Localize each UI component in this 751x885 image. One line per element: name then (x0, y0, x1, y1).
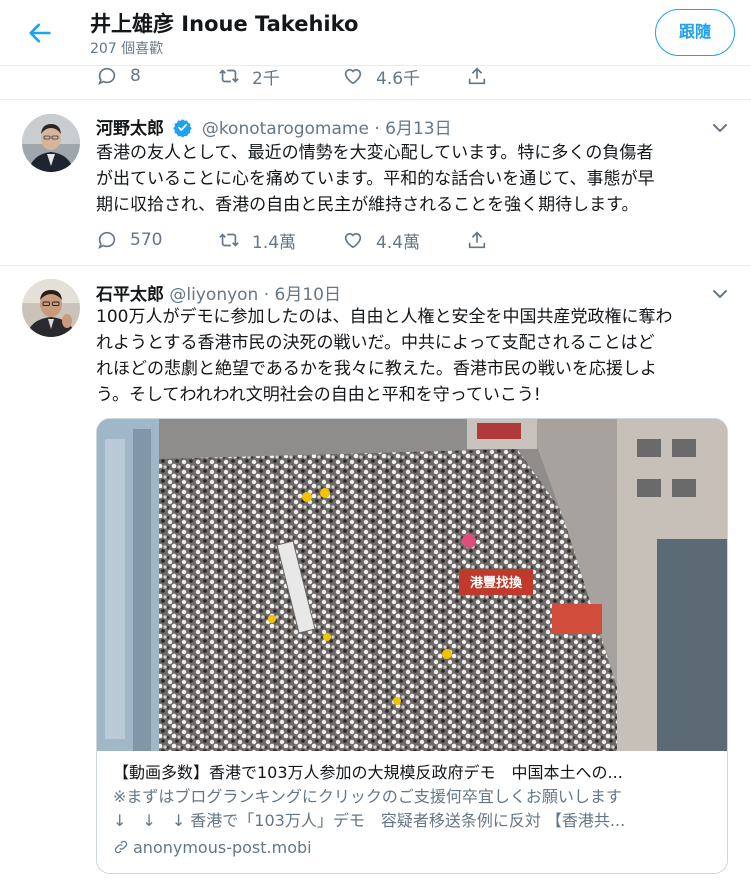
card-description: ※まずはブログランキングにクリックのご支援何卒宜しくお願いします (113, 787, 622, 806)
tweet-text-line: れほどの悲劇と絶望であるかを我々に教えた。香港市民の戦いを応援しよ (96, 359, 657, 379)
share-button[interactable] (466, 64, 488, 88)
retweet-button[interactable]: 1.4萬 (218, 228, 297, 253)
display-name[interactable]: 石平太郎 (96, 285, 164, 305)
share-icon (468, 67, 486, 85)
card-description: ↓ ↓ ↓ 香港で「103万人」デモ 容疑者移送条例に反対 【香港共... (113, 811, 626, 830)
display-name[interactable]: 河野太郎 (96, 119, 164, 139)
tweet-text: 100万人がデモに参加したのは、自由と人権と安全を中国共産党政権に奪わ れようと… (96, 304, 736, 408)
like-count: 4.6千 (376, 68, 421, 89)
retweet-count: 2千 (252, 68, 280, 89)
reply-count: 8 (130, 66, 141, 86)
tweet-header: 石平太郎 @liyonyon · 6月10日 (96, 280, 341, 305)
card-domain-text: anonymous-post.mobi (133, 838, 312, 857)
tweet-text-line: れようとする香港市民の決死の戦いだ。中共によって支配されることはど (96, 333, 655, 353)
tweet-text-line: 期に収拾され、香港の自由と民主が維持されることを強く期待します。 (96, 195, 639, 215)
tweet-text-line: う。そしてわれわれ文明社会の自由と平和を守っていこう! (96, 385, 541, 405)
reply-icon (98, 67, 116, 85)
profile-header: 井上雄彦 Inoue Takehiko 207 個喜歡 跟隨 (0, 0, 751, 66)
chevron-down-icon[interactable] (711, 286, 729, 300)
tweet-text-line: が出ていることに心を痛めています。平和的な話合いを通じて、事態が早 (96, 169, 655, 189)
reply-count: 570 (130, 230, 163, 250)
tweet-text-line: 香港の友人として、最近の情勢を大変心配しています。特に多くの負傷者 (96, 143, 654, 163)
link-preview-card[interactable]: 港豐找換 【動画多数】香港で103万人参加の大規模反政府デモ 中国本土への...… (96, 418, 728, 874)
shop-sign-text: 港豐找換 (470, 575, 523, 591)
heart-icon (344, 69, 362, 85)
reply-icon (98, 231, 116, 249)
share-button[interactable] (466, 228, 488, 252)
avatar[interactable] (22, 279, 80, 337)
retweet-button[interactable]: 2千 (218, 64, 280, 89)
tweet-header: 河野太郎 @konotarogomame · 6月13日 (96, 114, 452, 139)
likes-count: 207 個喜歡 (90, 41, 164, 57)
heart-icon (344, 233, 362, 249)
previous-tweet-actions: 8 2千 4.6千 (96, 64, 516, 89)
retweet-icon (219, 69, 239, 83)
follow-button[interactable]: 跟隨 (655, 9, 735, 56)
like-button[interactable]: 4.6千 (342, 64, 421, 89)
retweet-count: 1.4萬 (252, 232, 297, 253)
like-button[interactable]: 4.4萬 (342, 228, 421, 253)
share-icon (468, 231, 486, 249)
back-arrow-icon[interactable] (22, 16, 58, 50)
avatar[interactable] (22, 114, 80, 172)
like-count: 4.4萬 (376, 232, 421, 253)
tweet-text-line: 100万人がデモに参加したのは、自由と人権と安全を中国共産党政権に奪わ (96, 307, 673, 327)
retweet-icon (219, 233, 239, 247)
tweet-date[interactable]: · 6月13日 (374, 119, 451, 139)
handle[interactable]: @konotarogomame (202, 119, 369, 139)
card-domain[interactable]: anonymous-post.mobi (113, 835, 717, 861)
tweet-text: 香港の友人として、最近の情勢を大変心配しています。特に多くの負傷者 が出ているこ… (96, 140, 736, 218)
handle[interactable]: @liyonyon (169, 285, 258, 305)
tweet-actions: 570 1.4萬 4.4萬 (96, 228, 516, 253)
card-image[interactable]: 港豐找換 (97, 419, 728, 751)
tweet-date[interactable]: · 6月10日 (264, 285, 341, 305)
profile-name: 井上雄彦 Inoue Takehiko (90, 12, 359, 36)
tweet[interactable]: 河野太郎 @konotarogomame · 6月13日 香港の友人として、最近… (0, 100, 751, 266)
reply-button[interactable]: 8 (96, 64, 141, 88)
card-title[interactable]: 【動画多数】香港で103万人参加の大規模反政府デモ 中国本土への... (113, 761, 717, 785)
chevron-down-icon[interactable] (711, 120, 729, 134)
verified-badge-icon (173, 119, 193, 137)
link-icon (114, 840, 128, 854)
card-body: 【動画多数】香港で103万人参加の大規模反政府デモ 中国本土への... ※まずは… (113, 761, 717, 861)
reply-button[interactable]: 570 (96, 228, 162, 252)
